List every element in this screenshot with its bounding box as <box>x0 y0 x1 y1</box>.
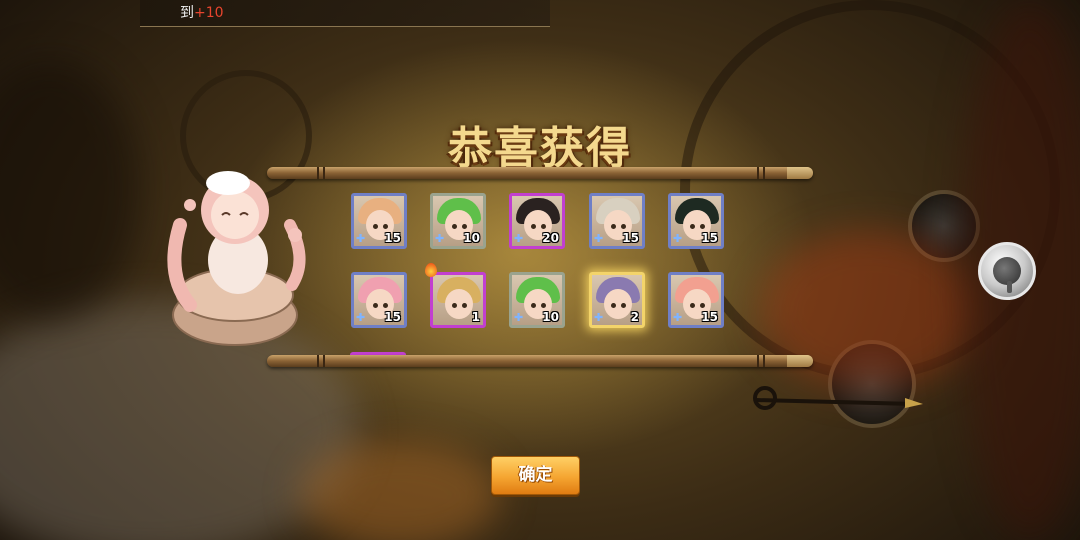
portrait-eye <box>611 303 616 308</box>
reward-count: 10 <box>463 231 480 245</box>
fragment-icon: ✚ <box>356 232 366 245</box>
clock-hand-decoration-icon <box>753 386 923 410</box>
reward-card[interactable]: ✚ 10 <box>509 272 565 328</box>
reward-card[interactable]: ✚ 15 <box>668 272 724 328</box>
portrait-eye <box>452 224 457 229</box>
bar-band <box>317 167 319 179</box>
reward-count: 15 <box>384 310 401 324</box>
fragment-icon: ✚ <box>594 311 604 324</box>
reward-card[interactable]: ✚ 20 <box>509 193 565 249</box>
top-notification: 到+10 <box>140 0 550 27</box>
reward-count: 10 <box>542 310 559 324</box>
notification-text: 到+10 <box>180 0 224 26</box>
reward-count: 15 <box>701 231 718 245</box>
fragment-icon: ✚ <box>673 232 683 245</box>
portrait-eye <box>373 224 378 229</box>
reward-card[interactable]: ✚ 15 <box>351 272 407 328</box>
reward-card[interactable]: ✚ 15 <box>668 193 724 249</box>
reward-card[interactable]: ✚ 2 <box>589 272 645 328</box>
reward-card[interactable]: ✚ 10 <box>430 193 486 249</box>
food-decoration <box>300 440 500 540</box>
fragment-icon: ✚ <box>356 311 366 324</box>
portrait-eye <box>452 303 457 308</box>
bar-band <box>763 167 765 179</box>
mascot-character <box>167 171 306 346</box>
portrait-eye <box>621 303 626 308</box>
fragment-icon: ✚ <box>673 311 683 324</box>
portrait-eye <box>462 224 467 229</box>
portrait-face <box>604 289 632 319</box>
portrait-eye <box>700 224 705 229</box>
portrait-eye <box>531 303 536 308</box>
bar-band <box>757 355 759 367</box>
confirm-button[interactable]: 确定 <box>491 456 580 495</box>
portrait-eye <box>541 224 546 229</box>
portrait-eye <box>383 303 388 308</box>
bar-tip <box>787 167 813 179</box>
portrait-eye <box>690 303 695 308</box>
fragment-icon: ✚ <box>435 232 445 245</box>
reward-count: 15 <box>384 231 401 245</box>
bar-band <box>323 355 325 367</box>
reward-count: 2 <box>630 310 639 324</box>
magnifier-icon[interactable] <box>978 242 1036 300</box>
reward-card[interactable]: ✚ 15 <box>351 193 407 249</box>
fragment-icon: ✚ <box>514 232 524 245</box>
notification-prefix: 到 <box>180 5 194 21</box>
reward-card[interactable]: ✚ 15 <box>589 193 645 249</box>
portrait-eye <box>462 303 467 308</box>
portrait-eye <box>383 224 388 229</box>
portrait-eye <box>690 224 695 229</box>
bar-tip <box>787 355 813 367</box>
notification-value: +10 <box>194 5 224 21</box>
portrait-eye <box>611 224 616 229</box>
bar-band <box>757 167 759 179</box>
reward-count: 15 <box>622 231 639 245</box>
bar-band <box>763 355 765 367</box>
fragment-icon: ✚ <box>594 232 604 245</box>
portrait-face <box>445 289 473 319</box>
reward-count: 20 <box>542 231 559 245</box>
reward-count: 15 <box>701 310 718 324</box>
flame-icon <box>425 263 437 277</box>
portrait-eye <box>621 224 626 229</box>
portrait-eye <box>531 224 536 229</box>
portrait-eye <box>700 303 705 308</box>
fragment-icon: ✚ <box>514 311 524 324</box>
top-divider-bar <box>267 167 813 179</box>
bar-band <box>317 355 319 367</box>
portrait-eye <box>541 303 546 308</box>
portrait-eye <box>373 303 378 308</box>
reward-card[interactable]: 1 <box>430 272 486 328</box>
fog-decoration <box>0 60 140 320</box>
bar-band <box>323 167 325 179</box>
bottom-divider-bar <box>267 355 813 367</box>
magnifier-handle <box>1007 281 1012 293</box>
reward-count: 1 <box>471 310 480 324</box>
